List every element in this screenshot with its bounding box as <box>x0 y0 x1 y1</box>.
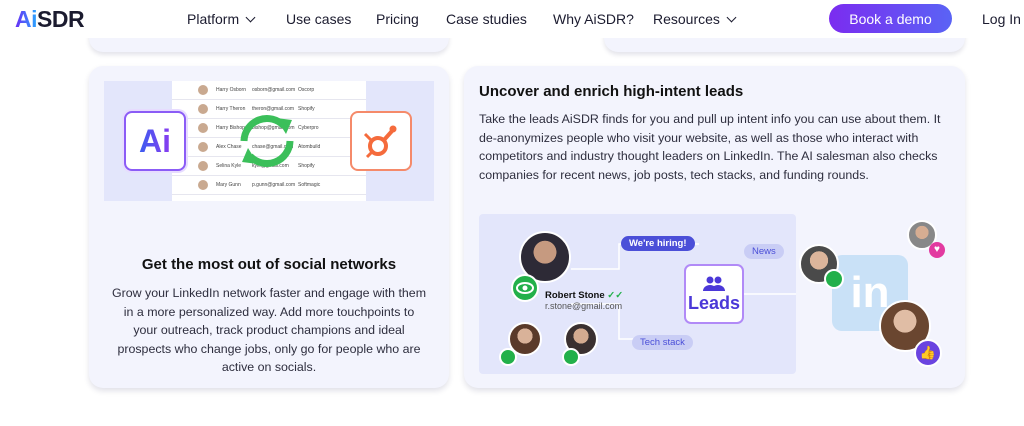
nav-case-studies-label: Case studies <box>446 11 527 27</box>
leads-tile: Leads <box>684 264 744 324</box>
nav-pricing[interactable]: Pricing <box>376 11 419 27</box>
table-row: Harry Osborn osborn@gmail.com Oscorp <box>172 81 366 100</box>
feature-card-social: Harry Osborn osborn@gmail.com Oscorp Harry… <box>89 66 449 388</box>
sync-arrows-icon <box>240 114 294 168</box>
cell-company: Oscorp <box>298 87 315 93</box>
card-description: Grow your LinkedIn network faster and en… <box>111 286 427 374</box>
card-title: Get the most out of social networks <box>141 256 397 273</box>
thumbs-up-icon: 👍 <box>914 339 942 367</box>
cell-name: Mary Gunn <box>216 182 241 188</box>
avatar <box>198 142 208 152</box>
nav-platform[interactable]: Platform <box>187 11 256 27</box>
lead-name: Robert Stone ✓✓ <box>545 290 623 301</box>
nav-pricing-label: Pricing <box>376 11 419 27</box>
users-icon <box>703 276 725 291</box>
nav-platform-label: Platform <box>187 11 240 27</box>
eye-icon <box>562 348 580 366</box>
logo-suffix: SDR <box>37 6 85 32</box>
verified-check-icon: ✓✓ <box>607 290 624 301</box>
tech-stack-badge: Tech stack <box>632 335 693 350</box>
ai-logo-text: Ai <box>139 122 171 159</box>
logo-prefix: Ai <box>15 6 38 32</box>
chevron-down-icon <box>245 12 256 22</box>
eye-icon <box>499 348 517 366</box>
hubspot-logo-tile <box>350 111 412 171</box>
news-badge: News <box>744 244 784 259</box>
eye-icon <box>824 269 844 289</box>
card-description: Take the leads AiSDR finds for you and p… <box>479 112 941 182</box>
cell-email: osborn@gmail.com <box>252 87 296 93</box>
top-nav: AiSDR Platform Use cases Pricing Case st… <box>0 0 1024 38</box>
avatar <box>198 85 208 95</box>
ai-logo-tile: Ai <box>124 111 186 171</box>
login-link[interactable]: Log In <box>982 11 1021 27</box>
chevron-down-icon <box>726 12 737 22</box>
hubspot-icon <box>363 125 397 159</box>
cell-email: p.gunn@gmail.com <box>252 182 296 188</box>
heart-icon: ♥ <box>929 242 945 258</box>
hiring-badge: We're hiring! <box>621 236 695 251</box>
nav-why-aisdr[interactable]: Why AiSDR? <box>553 11 634 27</box>
lead-email: r.stone@gmail.com <box>545 301 623 311</box>
nav-use-cases[interactable]: Use cases <box>286 11 351 27</box>
lead-enrichment-illustration: Robert Stone ✓✓ r.stone@gmail.com We're … <box>479 214 945 374</box>
nav-use-cases-label: Use cases <box>286 11 352 27</box>
avatar <box>198 161 208 171</box>
nav-case-studies[interactable]: Case studies <box>446 11 527 27</box>
leads-label: Leads <box>687 292 741 313</box>
card-title: Uncover and enrich high-intent leads <box>479 83 744 100</box>
nav-resources[interactable]: Resources <box>653 11 737 27</box>
eye-icon <box>511 274 539 302</box>
avatar <box>198 180 208 190</box>
book-demo-button[interactable]: Book a demo <box>829 4 952 33</box>
feature-card-leads: Uncover and enrich high-intent leads Tak… <box>464 66 965 388</box>
table-row: Mary Gunn p.gunn@gmail.com Softmagic <box>172 176 366 195</box>
nav-resources-label: Resources <box>653 11 720 27</box>
logo[interactable]: AiSDR <box>15 6 85 33</box>
avatar <box>198 104 208 114</box>
cell-name: Harry Osborn <box>216 87 247 93</box>
cell-company: Softmagic <box>298 182 321 188</box>
nav-why-aisdr-label: Why AiSDR? <box>553 11 634 27</box>
avatar <box>198 123 208 133</box>
lead-name-text: Robert Stone <box>545 290 605 301</box>
crm-sync-illustration: Harry Osborn osborn@gmail.com Oscorp Harry… <box>104 81 434 201</box>
